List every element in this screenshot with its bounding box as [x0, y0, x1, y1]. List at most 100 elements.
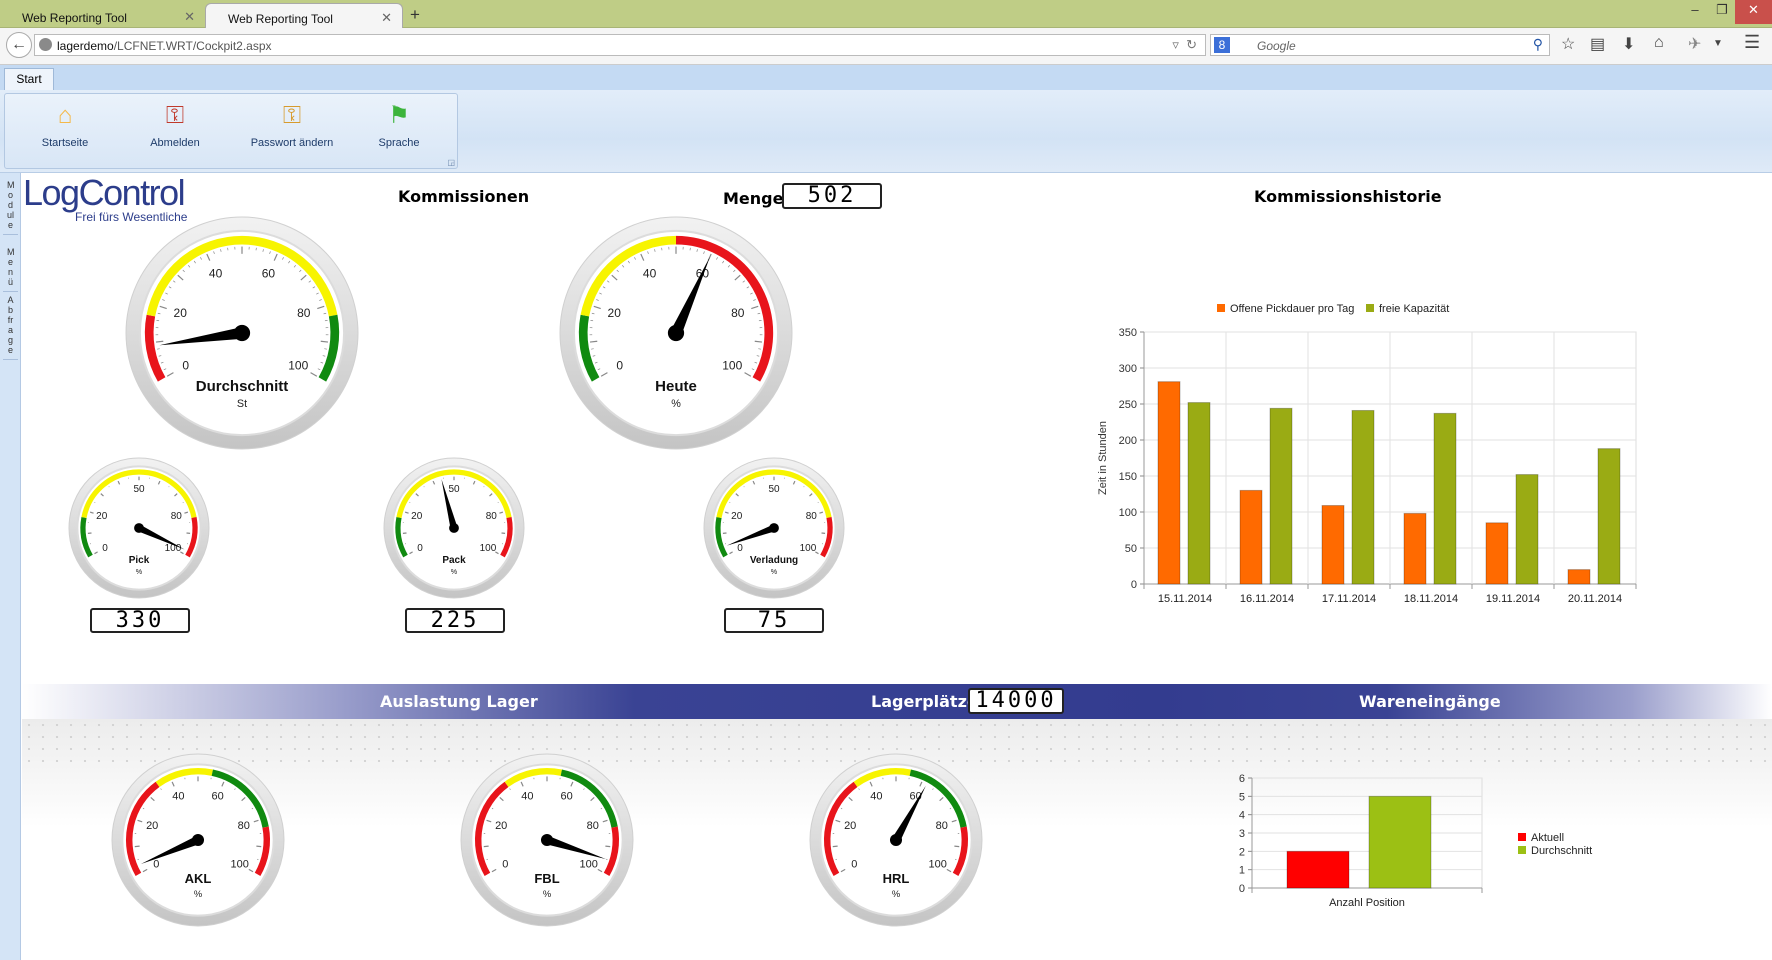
- gauge-verladung: 0 20 50 80 100Verladung%: [703, 457, 845, 599]
- gauge-tick: [256, 845, 262, 848]
- arrow-left-icon: ←: [11, 36, 27, 53]
- gauge-scale-label: 80: [238, 820, 250, 832]
- wareneingaenge-title: Wareneingänge: [1359, 692, 1501, 711]
- gauge-unit: %: [136, 567, 143, 576]
- addon-icon[interactable]: ✈: [1688, 34, 1701, 54]
- ribbon-panel: ⌂ Startseite ⚿ Abmelden ⚿ Passwort ändern ⚑…: [4, 93, 458, 169]
- gauge-pack: 0 20 50 80 100 Pack%: [383, 457, 525, 599]
- sprache-button[interactable]: ⚑ Sprache: [349, 102, 449, 149]
- menge-label: Menge: [723, 189, 784, 208]
- browser-tab-2-active[interactable]: Web Reporting Tool ✕: [205, 3, 403, 29]
- button-label: Sprache: [378, 137, 420, 149]
- close-window-button[interactable]: ✕: [1735, 0, 1772, 24]
- close-tab-icon[interactable]: ✕: [184, 9, 195, 25]
- button-label: Abmelden: [150, 137, 200, 149]
- dropdown-icon[interactable]: ▼: [1713, 38, 1723, 49]
- x-tick-label: Anzahl Position: [1329, 897, 1405, 909]
- search-placeholder: Google: [1257, 39, 1296, 53]
- gauge-scale-label: 50: [768, 484, 780, 495]
- gauge-scale-label: 40: [521, 791, 533, 803]
- menu-icon[interactable]: ☰: [1744, 32, 1760, 53]
- close-tab-icon[interactable]: ✕: [381, 10, 392, 26]
- logo-name: LogControl: [23, 172, 186, 213]
- gauge-scale-label: 40: [172, 791, 184, 803]
- gauge-title: AKL: [185, 871, 212, 886]
- minimize-button[interactable]: –: [1680, 0, 1710, 24]
- gauge-tick: [320, 340, 329, 343]
- bookmarks-list-icon[interactable]: ▤: [1590, 34, 1605, 54]
- gauge-scale-label: 80: [731, 306, 745, 320]
- dialog-launcher-icon[interactable]: ◲: [447, 158, 455, 167]
- legend-swatch: [1518, 846, 1526, 854]
- verladung-display: 75: [724, 608, 824, 633]
- y-tick-label: 50: [1125, 543, 1137, 555]
- gauge-scale-label: 20: [174, 306, 188, 320]
- gauge-scale-label: 100: [480, 543, 497, 554]
- gauge-unit: %: [543, 889, 551, 899]
- gauge-tick: [605, 845, 611, 848]
- startseite-button[interactable]: ⌂ Startseite: [15, 102, 115, 149]
- sidebar-item-abfrage[interactable]: Abfrage: [3, 295, 18, 360]
- passwort-aendern-button[interactable]: ⚿ Passwort ändern: [237, 102, 347, 149]
- pack-display: 225: [405, 608, 505, 633]
- sidebar-item-module[interactable]: Module: [3, 180, 18, 235]
- gauge-scale-label: 0: [851, 859, 857, 871]
- sidebar-item-menu[interactable]: Menü: [3, 247, 18, 292]
- new-tab-button[interactable]: +: [410, 5, 420, 25]
- gauge-scale-label: 20: [411, 511, 423, 522]
- gauge-scale-label: 100: [929, 859, 947, 871]
- google-icon[interactable]: 8: [1214, 37, 1230, 53]
- browser-tab-1[interactable]: Web Reporting Tool ✕: [0, 3, 205, 29]
- gauge-scale-label: 60: [262, 267, 276, 281]
- bookmark-star-icon[interactable]: ☆: [1561, 34, 1575, 54]
- search-input[interactable]: 8 Google ⚲: [1210, 34, 1550, 56]
- download-icon[interactable]: ⬇: [1622, 34, 1635, 54]
- home-icon: ⌂: [57, 102, 73, 129]
- back-button[interactable]: ←: [6, 32, 32, 58]
- home-icon[interactable]: ⌂: [1654, 34, 1664, 52]
- address-bar[interactable]: lagerdemo/LCFNET.WRT/Cockpit2.aspx ▿ ↻: [34, 34, 1206, 56]
- y-tick-label: 0: [1131, 579, 1137, 591]
- ribbon-tab-start[interactable]: Start: [4, 68, 54, 91]
- ribbon: ⌂ Startseite ⚿ Abmelden ⚿ Passwort ändern ⚑…: [0, 90, 1772, 173]
- gauge-scale-label: 20: [495, 820, 507, 832]
- reload-icon[interactable]: ▿ ↻: [1172, 37, 1197, 53]
- gauge-scale-label: 0: [737, 543, 743, 554]
- gauge-scale-label: 100: [722, 358, 742, 372]
- search-icon[interactable]: ⚲: [1533, 36, 1543, 53]
- gauge-scale-label: 40: [870, 791, 882, 803]
- y-tick-label: 200: [1119, 435, 1137, 447]
- url-host: lagerdemo: [57, 39, 114, 53]
- tab-title: Web Reporting Tool: [22, 11, 127, 25]
- gauge-hub: [449, 523, 459, 533]
- auslastung-lager-title: Auslastung Lager: [380, 692, 538, 711]
- lagerplaetze-display: 14000: [968, 688, 1064, 714]
- gauge-title: FBL: [534, 871, 559, 886]
- gauge-hrl: 02040 6080100HRL%: [809, 753, 983, 927]
- restore-button[interactable]: ❐: [1710, 0, 1734, 24]
- gauge-scale-label: 20: [844, 820, 856, 832]
- gauge-title: Pick: [129, 555, 150, 566]
- gauge-tick: [589, 340, 598, 343]
- legend-label: Offene Pickdauer pro Tag: [1230, 303, 1354, 315]
- y-tick-label: 100: [1119, 507, 1137, 519]
- sidebar-label: Menü: [7, 247, 15, 287]
- gauge-scale-label: 20: [731, 511, 743, 522]
- tab-title: Web Reporting Tool: [228, 12, 333, 26]
- gauge-scale-label: 80: [297, 306, 311, 320]
- gauge-scale-label: 0: [102, 543, 108, 554]
- y-tick-label: 300: [1119, 363, 1137, 375]
- y-tick-label: 1: [1239, 865, 1245, 877]
- bar-offene-pickdauer-pro-tag: [1239, 489, 1263, 585]
- gauge-pick: 0205080100Pick%: [68, 457, 210, 599]
- gauge-scale-label: 0: [153, 859, 159, 871]
- gauge-tick: [155, 340, 164, 343]
- bar-freie-kapazit-t: [1515, 474, 1539, 585]
- side-strip: Module Menü Abfrage: [0, 173, 21, 960]
- abmelden-button[interactable]: ⚿ Abmelden: [125, 102, 225, 149]
- gauge-title: HRL: [883, 871, 910, 886]
- historie-chart: 0 50 100 150 200 250 300 350 15.11.2014 16.11.201…: [1097, 303, 1637, 605]
- gauge-akl: 0 20 40 60 80 100 AKL%: [111, 753, 285, 927]
- gauge-title: Verladung: [750, 555, 798, 566]
- gauge-scale-label: 80: [587, 820, 599, 832]
